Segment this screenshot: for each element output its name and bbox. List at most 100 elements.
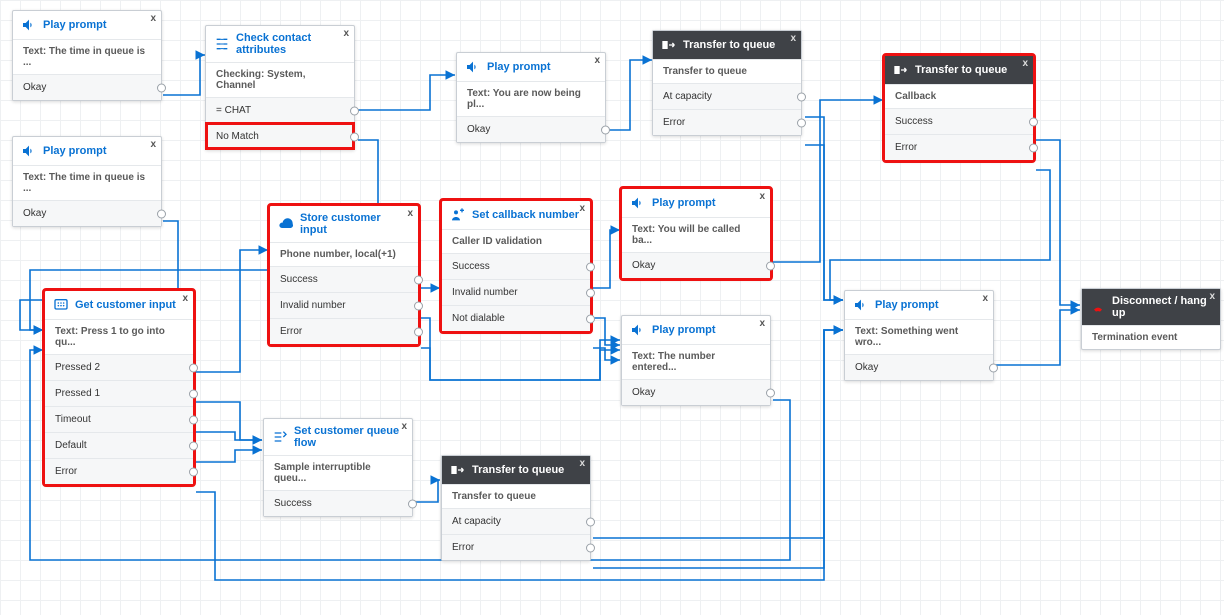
output-port[interactable] (350, 106, 359, 115)
output-port[interactable] (586, 543, 595, 552)
output-port[interactable] (601, 125, 610, 134)
output-port[interactable] (586, 262, 595, 271)
output-port[interactable] (157, 83, 166, 92)
close-icon[interactable]: x (343, 28, 349, 39)
output-port[interactable] (797, 118, 806, 127)
branch-okay[interactable]: Okay (622, 252, 770, 278)
output-port[interactable] (189, 389, 198, 398)
branch-pressed-1[interactable]: Pressed 1 (45, 380, 193, 406)
node-play-prompt-4[interactable]: Play prompt x Text: You will be called b… (621, 188, 771, 279)
branch-error[interactable]: Error (45, 458, 193, 484)
branch-error[interactable]: Error (653, 109, 801, 135)
output-port[interactable] (586, 288, 595, 297)
branch-pressed-2[interactable]: Pressed 2 (45, 354, 193, 380)
branch-okay[interactable]: Okay (457, 116, 605, 142)
node-transfer-queue-callback[interactable]: Transfer to queue x Callback Success Err… (884, 55, 1034, 161)
output-port[interactable] (157, 209, 166, 218)
branch-success[interactable]: Success (264, 490, 412, 516)
branch-default[interactable]: Default (45, 432, 193, 458)
node-play-prompt-6[interactable]: Play prompt x Text: Something went wro..… (844, 290, 994, 381)
branch-success[interactable]: Success (442, 253, 590, 279)
node-title: Transfer to queue x (653, 31, 801, 59)
close-icon[interactable]: x (579, 458, 585, 469)
node-subtitle: Transfer to queue (442, 484, 590, 508)
play-prompt-icon (465, 59, 481, 75)
close-icon[interactable]: x (759, 191, 765, 202)
node-subtitle: Text: Something went wro... (845, 319, 993, 354)
close-icon[interactable]: x (150, 139, 156, 150)
node-set-callback-number[interactable]: Set callback number x Caller ID validati… (441, 200, 591, 332)
branch-success[interactable]: Success (270, 266, 418, 292)
branch-error[interactable]: Error (270, 318, 418, 344)
node-store-customer-input[interactable]: Store customer input x Phone number, loc… (269, 205, 419, 345)
output-port[interactable] (414, 275, 423, 284)
branch-okay[interactable]: Okay (622, 379, 770, 405)
node-get-customer-input[interactable]: Get customer input x Text: Press 1 to go… (44, 290, 194, 485)
close-icon[interactable]: x (790, 33, 796, 44)
node-title-text: Play prompt (43, 145, 107, 157)
branch-not-dialable[interactable]: Not dialable (442, 305, 590, 331)
close-icon[interactable]: x (182, 293, 188, 304)
node-play-prompt-2[interactable]: Play prompt x Text: The time in queue is… (12, 136, 162, 227)
output-port[interactable] (350, 132, 359, 141)
close-icon[interactable]: x (401, 421, 407, 432)
output-port[interactable] (797, 92, 806, 101)
branch-chat[interactable]: = CHAT (206, 97, 354, 123)
branch-error[interactable]: Error (885, 134, 1033, 160)
node-play-prompt-1[interactable]: Play prompt x Text: The time in queue is… (12, 10, 162, 101)
node-title: Set callback number x (442, 201, 590, 229)
output-port[interactable] (586, 314, 595, 323)
close-icon[interactable]: x (579, 203, 585, 214)
output-port[interactable] (1029, 143, 1038, 152)
node-title: Play prompt x (845, 291, 993, 319)
close-icon[interactable]: x (407, 208, 413, 219)
branch-error[interactable]: Error (442, 534, 590, 560)
node-title: Transfer to queue x (442, 456, 590, 484)
branch-success[interactable]: Success (885, 108, 1033, 134)
branch-timeout[interactable]: Timeout (45, 406, 193, 432)
store-input-icon (278, 216, 294, 232)
close-icon[interactable]: x (1209, 291, 1215, 302)
output-port[interactable] (189, 363, 198, 372)
branch-no-match[interactable]: No Match (206, 123, 354, 149)
branch-invalid-number[interactable]: Invalid number (442, 279, 590, 305)
branch-okay[interactable]: Okay (13, 74, 161, 100)
node-play-prompt-5[interactable]: Play prompt x Text: The number entered..… (621, 315, 771, 406)
get-input-icon (53, 297, 69, 313)
node-title-text: Transfer to queue (472, 464, 564, 476)
output-port[interactable] (766, 388, 775, 397)
output-port[interactable] (189, 415, 198, 424)
node-play-prompt-3[interactable]: Play prompt x Text: You are now being pl… (456, 52, 606, 143)
node-subtitle: Caller ID validation (442, 229, 590, 253)
node-title-text: Play prompt (43, 19, 107, 31)
close-icon[interactable]: x (982, 293, 988, 304)
close-icon[interactable]: x (594, 55, 600, 66)
node-set-customer-queue-flow[interactable]: Set customer queue flow x Sample interru… (263, 418, 413, 517)
output-port[interactable] (766, 261, 775, 270)
branch-invalid-number[interactable]: Invalid number (270, 292, 418, 318)
output-port[interactable] (1029, 117, 1038, 126)
output-port[interactable] (189, 441, 198, 450)
node-title-text: Get customer input (75, 299, 176, 311)
node-title-text: Transfer to queue (683, 39, 775, 51)
close-icon[interactable]: x (1022, 58, 1028, 69)
output-port[interactable] (189, 467, 198, 476)
play-prompt-icon (630, 195, 646, 211)
node-transfer-queue-1[interactable]: Transfer to queue x Transfer to queue At… (652, 30, 802, 136)
branch-okay[interactable]: Okay (13, 200, 161, 226)
output-port[interactable] (408, 499, 417, 508)
node-disconnect[interactable]: Disconnect / hang up x Termination event (1081, 288, 1221, 350)
branch-okay[interactable]: Okay (845, 354, 993, 380)
node-title-text: Play prompt (875, 299, 939, 311)
output-port[interactable] (414, 327, 423, 336)
branch-at-capacity[interactable]: At capacity (653, 83, 801, 109)
node-transfer-queue-3[interactable]: Transfer to queue x Transfer to queue At… (441, 455, 591, 561)
output-port[interactable] (586, 517, 595, 526)
node-title: Set customer queue flow x (264, 419, 412, 455)
output-port[interactable] (414, 301, 423, 310)
close-icon[interactable]: x (150, 13, 156, 24)
close-icon[interactable]: x (759, 318, 765, 329)
output-port[interactable] (989, 363, 998, 372)
branch-at-capacity[interactable]: At capacity (442, 508, 590, 534)
node-check-contact-attributes[interactable]: Check contact attributes x Checking: Sys… (205, 25, 355, 150)
